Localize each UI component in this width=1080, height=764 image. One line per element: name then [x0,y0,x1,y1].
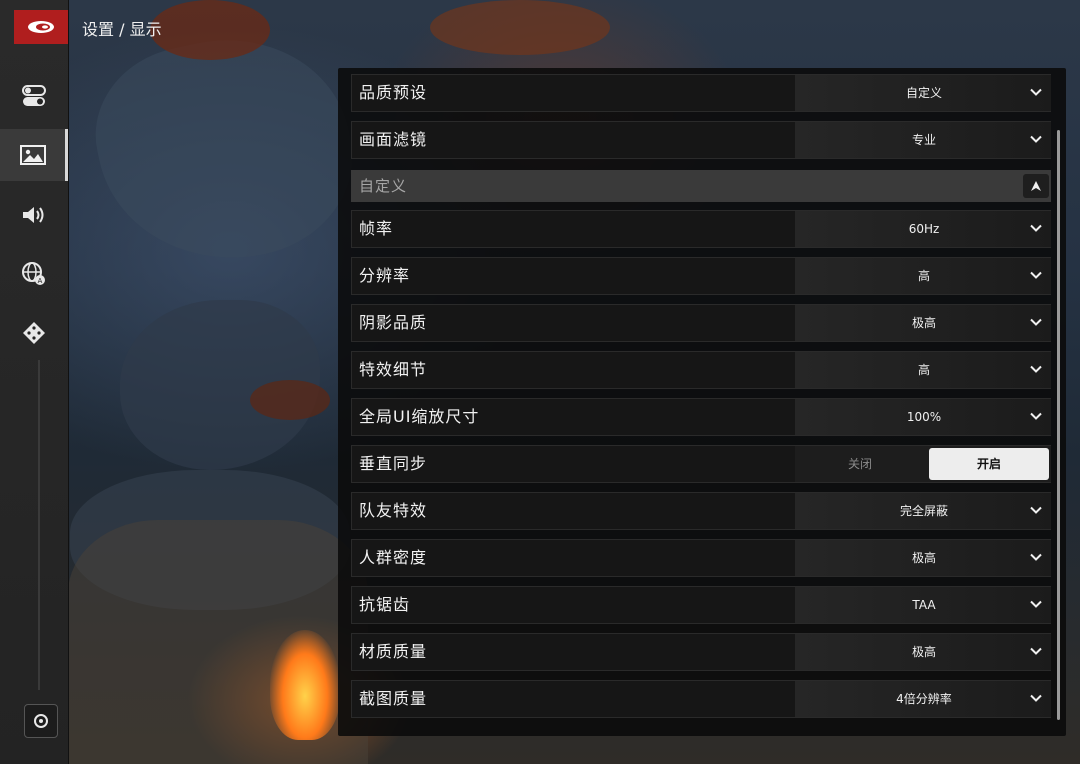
setting-row-filter: 画面滤镜 专业 [351,121,1051,159]
vsync-on-option[interactable]: 开启 [929,448,1049,480]
frame-rate-dropdown[interactable]: 60Hz [795,211,1051,247]
dropdown-value: 高 [917,269,930,283]
setting-row-screenshot-quality: 截图质量 4倍分辨率 [351,680,1051,718]
dropdown-value: 高 [917,363,930,377]
texture-quality-dropdown[interactable]: 极高 [795,634,1051,670]
dropdown-value: 极高 [911,316,936,330]
shadow-quality-dropdown[interactable]: 极高 [795,305,1051,341]
settings-scrollbar[interactable] [1057,130,1060,720]
filter-dropdown[interactable]: 专业 [795,122,1051,158]
speaker-icon [23,207,44,223]
chevron-down-icon [1030,224,1042,232]
background-foliage [150,0,270,60]
sidebar-item-controls[interactable] [0,70,68,122]
quality-preset-dropdown[interactable]: 自定义 [795,75,1051,111]
setting-row-anti-aliasing: 抗锯齿 TAA [351,586,1051,624]
sidebar-scroll-track [38,360,40,690]
section-collapse-button[interactable] [1023,174,1049,198]
setting-label: 全局UI缩放尺寸 [359,407,480,426]
background-foliage [250,380,330,420]
gamepad-icon [23,322,45,344]
setting-label: 垂直同步 [359,454,428,473]
setting-label: 人群密度 [359,548,428,567]
dropdown-value: 极高 [911,551,936,565]
game-logo [14,10,68,44]
dropdown-value: 100% [906,410,942,424]
screenshot-quality-dropdown[interactable]: 4倍分辨率 [795,681,1051,717]
setting-label: 队友特效 [359,501,428,520]
dropdown-value: 自定义 [905,86,942,100]
chevron-down-icon [1030,694,1042,702]
dropdown-value: 专业 [911,133,936,147]
background-rock [79,16,371,284]
resolution-dropdown[interactable]: 高 [795,258,1051,294]
svg-text:A: A [38,278,43,285]
chevron-down-icon [1030,271,1042,279]
breadcrumb: 设置 / 显示 [82,20,162,39]
background-foliage [430,0,610,55]
ui-scale-dropdown[interactable]: 100% [795,399,1051,435]
setting-row-ui-scale: 全局UI缩放尺寸 100% [351,398,1051,436]
sidebar-item-display[interactable] [0,129,68,181]
chevron-down-icon [1030,553,1042,561]
setting-row-texture-quality: 材质质量 极高 [351,633,1051,671]
setting-row-resolution: 分辨率 高 [351,257,1051,295]
setting-label: 品质预设 [359,83,428,102]
sidebar: A [0,0,69,764]
background-rock [120,300,320,470]
section-header-custom: 自定义 [351,170,1051,202]
triangle-up-icon [1031,181,1041,191]
teammate-effects-dropdown[interactable]: 完全屏蔽 [795,493,1051,529]
sidebar-item-language[interactable]: A [0,248,68,300]
setting-label: 抗锯齿 [359,595,411,614]
vsync-toggle: 关闭 开启 [795,446,1051,482]
dropdown-value: 60Hz [908,222,940,236]
setting-label: 材质质量 [359,642,428,661]
vsync-off-option[interactable]: 关闭 [795,446,925,482]
sidebar-item-controller[interactable] [0,307,68,359]
setting-label: 阴影品质 [359,313,428,332]
chevron-down-icon [1030,318,1042,326]
background-campfire [270,630,340,740]
dropdown-value: TAA [912,598,936,612]
setting-row-crowd-density: 人群密度 极高 [351,539,1051,577]
anti-aliasing-dropdown[interactable]: TAA [795,587,1051,623]
setting-row-vsync: 垂直同步 关闭 开启 [351,445,1051,483]
dropdown-value: 4倍分辨率 [896,692,952,706]
chevron-down-icon [1030,412,1042,420]
toggle-icon [22,85,46,106]
chevron-down-icon [1030,135,1042,143]
setting-label: 分辨率 [359,266,411,285]
chevron-down-icon [1030,88,1042,96]
setting-label: 截图质量 [359,689,428,708]
setting-row-effects-detail: 特效细节 高 [351,351,1051,389]
setting-label: 特效细节 [359,360,428,379]
setting-row-quality-preset: 品质预设 自定义 [351,74,1051,112]
settings-gear-icon [34,714,48,728]
setting-label: 画面滤镜 [359,130,428,149]
background-ground [68,520,368,764]
setting-row-shadow-quality: 阴影品质 极高 [351,304,1051,342]
crowd-density-dropdown[interactable]: 极高 [795,540,1051,576]
chevron-down-icon [1030,647,1042,655]
chevron-down-icon [1030,365,1042,373]
effects-detail-dropdown[interactable]: 高 [795,352,1051,388]
chevron-down-icon [1030,600,1042,608]
image-icon [19,145,46,165]
globe-language-icon: A [22,262,45,285]
dropdown-value: 极高 [911,645,936,659]
dropdown-value: 完全屏蔽 [899,504,948,518]
chevron-down-icon [1030,506,1042,514]
sidebar-item-audio[interactable] [0,189,68,241]
setting-label: 帧率 [359,219,394,238]
setting-row-frame-rate: 帧率 60Hz [351,210,1051,248]
setting-row-teammate-effects: 队友特效 完全屏蔽 [351,492,1051,530]
logo-icon [28,21,54,33]
sidebar-settings-button[interactable] [24,704,58,738]
background-rock [70,470,350,610]
section-label: 自定义 [359,177,408,195]
